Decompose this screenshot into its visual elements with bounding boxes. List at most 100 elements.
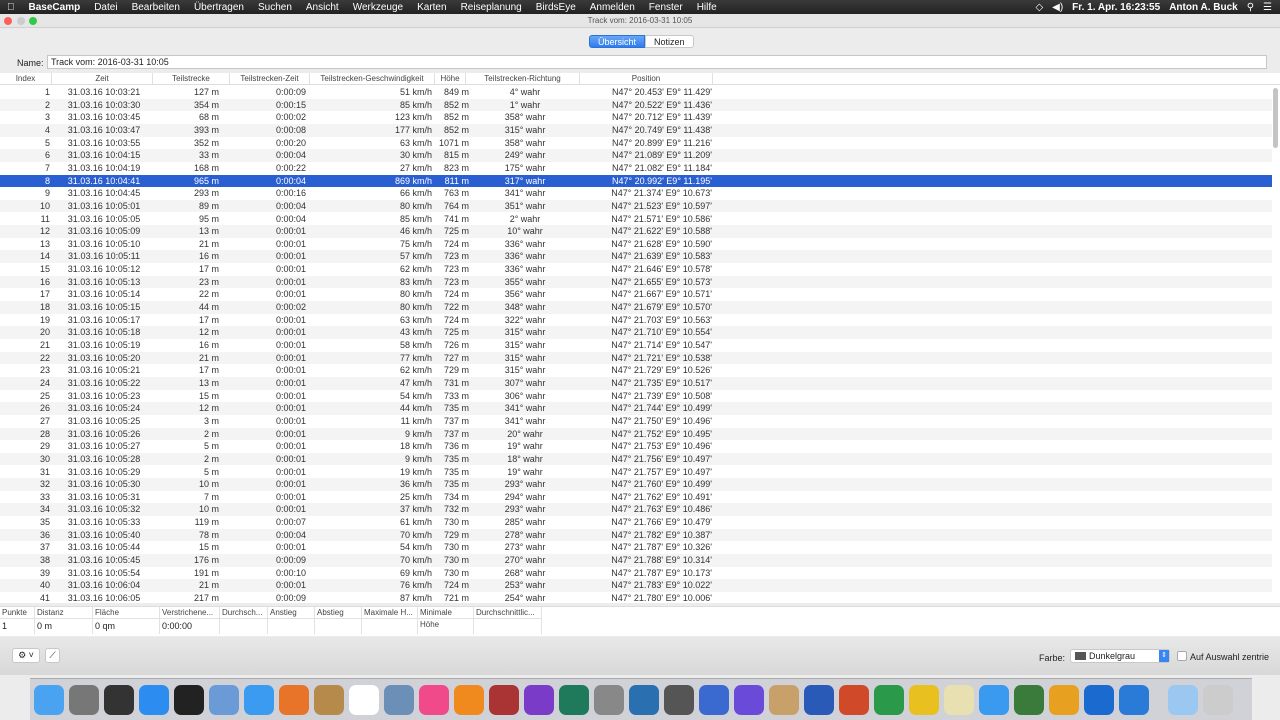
table-row[interactable]: 20 31.03.16 10:05:18 12 m 0:00:01 43 km/h 725… (0, 326, 1272, 339)
minimize-button[interactable] (17, 17, 25, 25)
table-row[interactable]: 33 31.03.16 10:05:31 7 m 0:00:01 25 km/h 734 … (0, 491, 1272, 504)
menu-item[interactable]: Datei (87, 2, 124, 13)
table-row[interactable]: 9 31.03.16 10:04:45 293 m 0:00:16 66 km/h 763… (0, 187, 1272, 200)
calendar-icon[interactable] (349, 684, 379, 715)
basecamp-icon[interactable] (1119, 684, 1149, 715)
o-icon[interactable] (909, 684, 939, 715)
table-row[interactable]: 10 31.03.16 10:05:01 89 m 0:00:04 80 km/h 764… (0, 199, 1272, 213)
app-store-icon[interactable] (139, 684, 169, 715)
tab-overview[interactable]: Übersicht (589, 35, 646, 48)
table-row[interactable]: 14 31.03.16 10:05:11 16 m 0:00:01 57 km/h 723… (0, 250, 1272, 264)
table-row[interactable]: 39 31.03.16 10:05:54 191 m 0:00:10 69 km/h 73… (0, 567, 1272, 580)
menu-item[interactable]: Bearbeiten (125, 2, 187, 13)
table-row[interactable]: 35 31.03.16 10:05:33 119 m 0:00:07 61 km/h 73… (0, 516, 1272, 529)
menu-app[interactable]: BaseCamp (22, 2, 88, 13)
cube-icon[interactable] (734, 684, 764, 715)
table-row[interactable]: 21 31.03.16 10:05:19 16 m 0:00:01 58 km/h 726… (0, 339, 1272, 352)
volume-icon[interactable]: ◀) (1052, 2, 1063, 13)
notification-icon[interactable]: ☰ (1263, 2, 1272, 13)
imovie-icon[interactable] (524, 684, 554, 715)
table-row[interactable]: 27 31.03.16 10:05:25 3 m 0:00:01 11 km/h 737 … (0, 415, 1272, 428)
eye-icon[interactable] (699, 684, 729, 715)
safari-icon[interactable] (244, 684, 274, 715)
contacts-icon[interactable] (314, 684, 344, 715)
table-row[interactable]: 19 31.03.16 10:05:17 17 m 0:00:01 63 km/h 724… (0, 314, 1272, 327)
column-header[interactable]: Höhe (435, 73, 466, 85)
menu-user[interactable]: Anton A. Buck (1169, 2, 1238, 13)
table-row[interactable]: 15 31.03.16 10:05:12 17 m 0:00:01 62 km/h 723… (0, 263, 1272, 276)
column-header[interactable]: Teilstrecken-Zeit (230, 73, 310, 85)
apple-menu-icon[interactable]:  (0, 2, 22, 13)
close-button[interactable] (4, 17, 12, 25)
column-header[interactable]: Teilstrecke (153, 73, 230, 85)
column-header[interactable]: Index (0, 73, 52, 85)
pen-icon[interactable] (664, 684, 694, 715)
table-row[interactable]: 2 31.03.16 10:03:30 354 m 0:00:15 85 km/h 852… (0, 98, 1272, 112)
excel-icon[interactable] (874, 684, 904, 715)
menu-item[interactable]: Werkzeuge (346, 2, 410, 13)
menu-item[interactable]: Hilfe (690, 2, 724, 13)
trash-icon[interactable] (1203, 684, 1233, 715)
preview-icon[interactable] (209, 684, 239, 715)
launchpad-icon[interactable] (69, 684, 99, 715)
app-icon[interactable] (104, 684, 134, 715)
column-header[interactable]: Zeit (52, 73, 153, 85)
menu-item[interactable]: BirdsEye (529, 2, 583, 13)
firefox-icon[interactable] (279, 684, 309, 715)
menu-item[interactable]: Ansicht (299, 2, 346, 13)
table-row[interactable]: 25 31.03.16 10:05:23 15 m 0:00:01 54 km/h 733… (0, 390, 1272, 403)
time-machine-icon[interactable] (559, 684, 589, 715)
table-row[interactable]: 8 31.03.16 10:04:41 965 m 0:00:04 869 km/h 81… (0, 174, 1272, 188)
menu-item[interactable]: Suchen (251, 2, 299, 13)
folder-icon[interactable] (1168, 684, 1198, 715)
table-row[interactable]: 26 31.03.16 10:05:24 12 m 0:00:01 44 km/h 735… (0, 402, 1272, 415)
table-row[interactable]: 22 31.03.16 10:05:20 21 m 0:00:01 77 km/h 727… (0, 351, 1272, 365)
menu-clock[interactable]: Fr. 1. Apr. 16:23:55 (1072, 2, 1160, 13)
menu-item[interactable]: Karten (410, 2, 453, 13)
table-row[interactable]: 28 31.03.16 10:05:26 2 m 0:00:01 9 km/h 737 m… (0, 427, 1272, 441)
table-row[interactable]: 23 31.03.16 10:05:21 17 m 0:00:01 62 km/h 729… (0, 364, 1272, 377)
garmin-icon[interactable] (1014, 684, 1044, 715)
wifi-icon[interactable]: ◇ (1035, 2, 1043, 13)
map-icon[interactable] (944, 684, 974, 715)
system-preferences-icon[interactable] (594, 684, 624, 715)
messages-icon[interactable] (979, 684, 1009, 715)
chart-button[interactable]: ⟋ (45, 648, 60, 663)
tab-notes[interactable]: Notizen (645, 35, 694, 48)
dashboard-icon[interactable] (174, 684, 204, 715)
table-row[interactable]: 16 31.03.16 10:05:13 23 m 0:00:01 83 km/h 723… (0, 275, 1272, 289)
table-row[interactable]: 4 31.03.16 10:03:47 393 m 0:00:08 177 km/h 85… (0, 123, 1272, 137)
powerpoint-icon[interactable] (839, 684, 869, 715)
table-row[interactable]: 24 31.03.16 10:05:22 13 m 0:00:01 47 km/h 731… (0, 376, 1272, 390)
table-row[interactable]: 11 31.03.16 10:05:05 95 m 0:00:04 85 km/h 741… (0, 213, 1272, 226)
gear-menu-button[interactable]: ⚙ ˅ (12, 648, 40, 663)
table-row[interactable]: 30 31.03.16 10:05:28 2 m 0:00:01 9 km/h 735 m… (0, 452, 1272, 466)
spotlight-icon[interactable]: ⚲ (1247, 2, 1254, 13)
menu-item[interactable]: Anmelden (583, 2, 642, 13)
scrollbar[interactable] (1273, 88, 1278, 148)
table-row[interactable]: 18 31.03.16 10:05:15 44 m 0:00:02 80 km/h 722… (0, 301, 1272, 314)
document-icon[interactable] (769, 684, 799, 715)
column-header[interactable]: Teilstrecken-Geschwindigkeit (310, 73, 435, 85)
table-row[interactable]: 36 31.03.16 10:05:40 78 m 0:00:04 70 km/h 729… (0, 528, 1272, 542)
finder-icon[interactable] (34, 684, 64, 715)
table-row[interactable]: 17 31.03.16 10:05:14 22 m 0:00:01 80 km/h 724… (0, 288, 1272, 301)
table-row[interactable]: 34 31.03.16 10:05:32 10 m 0:00:01 37 km/h 732… (0, 503, 1272, 517)
table-row[interactable]: 31 31.03.16 10:05:29 5 m 0:00:01 19 km/h 735 … (0, 466, 1272, 479)
itunes-icon[interactable] (419, 684, 449, 715)
menu-item[interactable]: Übertragen (187, 2, 251, 13)
teamviewer-icon[interactable] (1084, 684, 1114, 715)
table-row[interactable]: 5 31.03.16 10:03:55 352 m 0:00:20 63 km/h 107… (0, 137, 1272, 150)
camera-icon[interactable] (629, 684, 659, 715)
photos-icon[interactable] (384, 684, 414, 715)
table-row[interactable]: 1 31.03.16 10:03:21 127 m 0:00:09 51 km/h 849… (0, 86, 1272, 99)
column-header[interactable]: Position (580, 73, 713, 85)
compass-icon[interactable] (1049, 684, 1079, 715)
menu-item[interactable]: Reiseplanung (454, 2, 529, 13)
name-input[interactable]: Track vom: 2016-03-31 10:05 (47, 55, 1267, 69)
color-select[interactable]: Dunkelgrau ⇕ (1070, 649, 1170, 663)
table-row[interactable]: 29 31.03.16 10:05:27 5 m 0:00:01 18 km/h 736 … (0, 440, 1272, 453)
table-row[interactable]: 38 31.03.16 10:05:45 176 m 0:00:09 70 km/h 73… (0, 554, 1272, 567)
table-row[interactable]: 41 31.03.16 10:06:05 217 m 0:00:09 87 km/h 72… (0, 592, 1272, 603)
table-row[interactable]: 7 31.03.16 10:04:19 168 m 0:00:22 27 km/h 823… (0, 162, 1272, 175)
